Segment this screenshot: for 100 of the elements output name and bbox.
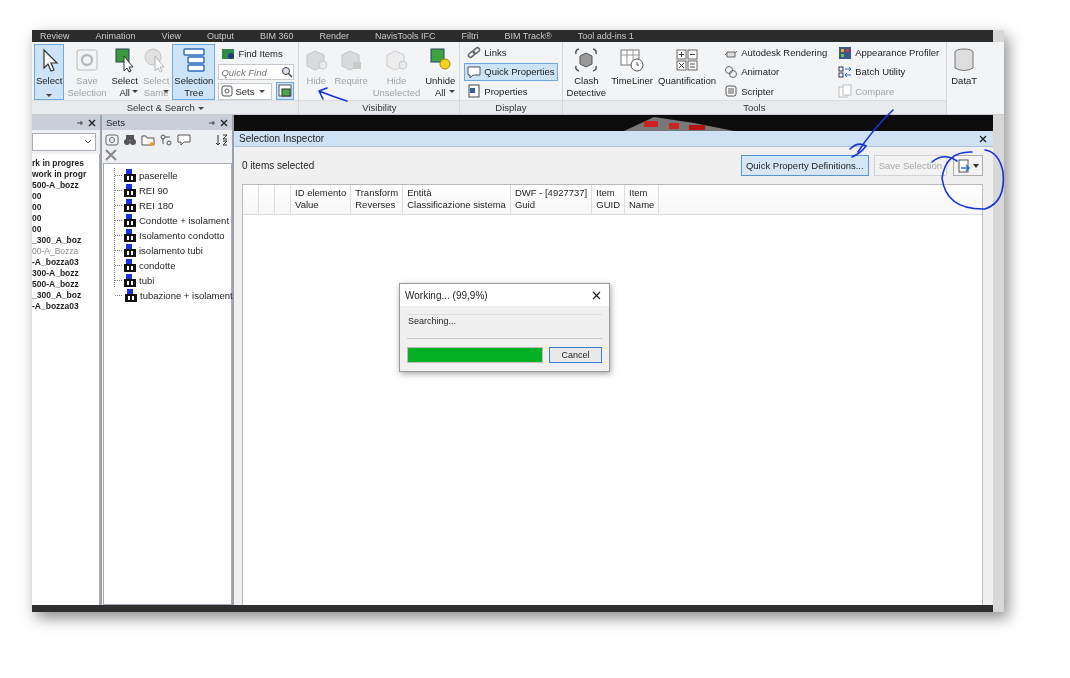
ribbon-tab[interactable]: Filtri	[461, 30, 479, 42]
column-header[interactable]: Transform Reverses	[351, 185, 404, 214]
panel-title[interactable]: Select & Search	[32, 100, 299, 114]
set-icon	[123, 243, 137, 258]
clash-icon	[573, 47, 600, 73]
model-item[interactable]: -A_bozza03	[32, 257, 99, 268]
sets-dropdown[interactable]: Sets	[218, 82, 273, 100]
model-item[interactable]: _300_A_boz	[32, 290, 99, 301]
model-item[interactable]: 00	[32, 224, 99, 235]
ribbon-button[interactable]: Select	[34, 44, 65, 100]
ribbon-button[interactable]: Animator	[721, 63, 831, 81]
pin-icon	[208, 118, 216, 127]
ribbon-button[interactable]: Selection Tree	[172, 44, 216, 100]
pin-icon	[76, 118, 84, 127]
model-item[interactable]: 00	[32, 202, 99, 213]
cube-bulb-icon	[427, 47, 454, 73]
scroll-icon	[724, 84, 739, 99]
ribbon-tab[interactable]: Output	[206, 30, 234, 42]
set-item[interactable]: Condotte + isolament	[115, 213, 231, 228]
set-icon	[123, 198, 137, 213]
ribbon-button[interactable]: Scripter	[721, 82, 831, 100]
set-item[interactable]: tubi	[115, 273, 231, 288]
search-icon	[281, 66, 294, 78]
speech-bubble-icon	[467, 65, 482, 79]
column-header[interactable]: Item GUID	[592, 185, 625, 214]
ribbon-button[interactable]: Appearance Profiler	[835, 44, 943, 62]
quick-find-field[interactable]: Quick Find	[218, 64, 295, 80]
timeline-clock-icon	[619, 47, 646, 73]
inspector-button[interactable]: Quick Property Definitions...	[740, 155, 869, 176]
find-items-button[interactable]: Find Items	[218, 44, 295, 62]
set-item[interactable]: isolamento tubi	[115, 243, 231, 258]
ribbon-tab[interactable]: Review	[40, 30, 70, 42]
pen-arrow-drawing	[318, 87, 348, 102]
grid-icon	[674, 47, 701, 73]
set-icon	[123, 228, 137, 243]
caret-icon	[973, 163, 979, 168]
chain-link-icon	[467, 45, 482, 60]
ribbon-tab[interactable]: Render	[319, 30, 349, 42]
ribbon-button[interactable]: Quick Properties	[464, 63, 558, 81]
column-header[interactable]: Entità Classificazione sistema	[403, 185, 511, 214]
caret-icon	[46, 94, 53, 97]
palette-icon	[838, 45, 853, 60]
ribbon-tab[interactable]: View	[161, 30, 181, 42]
set-icon	[123, 273, 137, 288]
close-icon	[220, 118, 228, 127]
status-text: Searching...	[407, 314, 602, 339]
ribbon-button[interactable]: DataT	[949, 44, 980, 100]
set-item[interactable]: condotte	[115, 258, 231, 273]
ribbon-button[interactable]: Properties	[464, 82, 558, 100]
model-item[interactable]: 500-A_bozz	[32, 180, 99, 191]
ribbon-tab[interactable]: Animation	[95, 30, 136, 42]
ribbon-button[interactable]: Quantification	[656, 44, 719, 100]
ribbon-tab[interactable]: NavisTools IFC	[375, 30, 436, 42]
ribbon-tab[interactable]: BIM 360	[259, 30, 294, 42]
model-item[interactable]: work in progr	[32, 169, 99, 180]
export-icon	[957, 158, 971, 173]
ribbon-tab[interactable]: Tool add-ins 1	[577, 30, 634, 42]
batch-icon	[838, 65, 853, 79]
set-item[interactable]: paserelle	[115, 168, 231, 183]
set-icon	[123, 258, 137, 273]
chevron-icon	[84, 139, 92, 145]
model-item[interactable]: -A_bozza03	[32, 301, 99, 312]
model-item[interactable]: rk in progres	[32, 158, 99, 169]
ribbon-button[interactable]: Autodesk Rendering	[721, 44, 831, 62]
ribbon-tab[interactable]: BIM Track®	[504, 30, 552, 42]
sets-icon	[221, 85, 234, 97]
delete-icon	[105, 149, 117, 161]
ribbon-button[interactable]: Links	[464, 44, 558, 62]
set-item[interactable]: tubazione + isolament	[114, 288, 231, 303]
panel-title: Sets	[106, 117, 125, 128]
set-item[interactable]: REI 180	[115, 198, 231, 213]
compare-icon	[838, 84, 853, 99]
ribbon-button[interactable]: Batch Utility	[835, 63, 943, 81]
column-header[interactable]: ID elemento Value	[291, 185, 352, 214]
model-item[interactable]: 300-A_bozz	[32, 268, 99, 279]
set-item[interactable]: Isolamento condotto	[115, 228, 231, 243]
cancel-button[interactable]: Cancel	[549, 347, 602, 363]
sort-icon	[215, 133, 229, 147]
column-header[interactable]: Item Name	[625, 185, 660, 214]
panel-title: Tools	[562, 100, 947, 114]
model-item[interactable]: _300_A_boz	[32, 235, 99, 246]
model-item[interactable]: 00	[32, 191, 99, 202]
model-item[interactable]: 500-A_bozz	[32, 279, 99, 290]
export-button[interactable]	[953, 155, 983, 176]
window-tree-icon	[278, 84, 293, 98]
model-item[interactable]: 00	[32, 213, 99, 224]
set-icon	[124, 288, 138, 303]
set-item[interactable]: REI 90	[115, 183, 231, 198]
ribbon-button[interactable]: Clash Detective	[564, 44, 609, 100]
caret-icon	[449, 90, 456, 93]
ribbon-button[interactable]: Select All	[109, 44, 140, 100]
close-icon	[88, 118, 96, 127]
panel-title: Display	[460, 100, 562, 114]
tree-view-button[interactable]	[276, 82, 295, 100]
ribbon-button[interactable]: Unhide All	[423, 44, 458, 100]
ribbon-button[interactable]: TimeLiner	[609, 44, 656, 100]
column-header[interactable]: DWF - [4927737] Guid	[510, 185, 593, 214]
tree-icon	[180, 47, 207, 73]
folder-icon	[141, 133, 155, 147]
model-item[interactable]: 00-A_Bozza	[32, 246, 99, 257]
